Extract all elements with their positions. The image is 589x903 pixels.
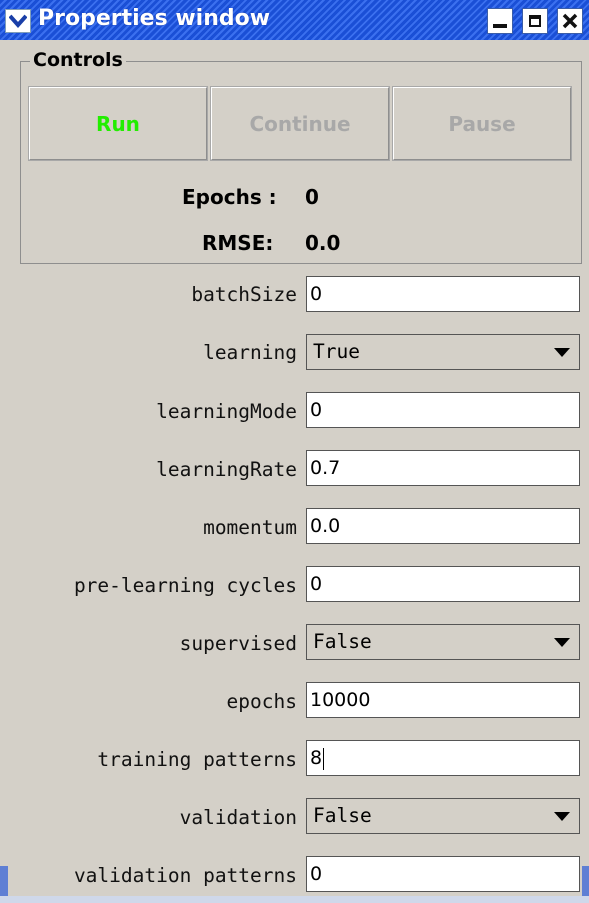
batchsize-field[interactable]: 0 — [306, 276, 580, 312]
minimize-icon — [493, 24, 507, 28]
learningmode-label: learningMode — [156, 400, 297, 423]
validation-label: validation — [179, 806, 297, 829]
learning-label: learning — [203, 341, 297, 364]
pause-button[interactable]: Pause — [392, 86, 572, 161]
supervised-select-value: False — [313, 630, 372, 653]
window-frame-left — [0, 40, 8, 903]
rmse-value: 0.0 — [305, 231, 341, 255]
supervised-label: supervised — [179, 632, 297, 655]
window-border-right — [582, 866, 589, 896]
validation-select[interactable]: False — [306, 798, 580, 834]
learningmode-field[interactable]: 0 — [306, 392, 580, 428]
title-bar[interactable]: Properties window — [0, 0, 589, 40]
continue-button-label: Continue — [249, 111, 351, 136]
close-icon — [562, 13, 578, 29]
maximize-icon — [529, 15, 541, 27]
validation-select-value: False — [313, 804, 372, 827]
controls-legend: Controls — [30, 49, 126, 71]
validation-patterns-field[interactable]: 0 — [306, 856, 580, 892]
continue-button[interactable]: Continue — [210, 86, 390, 161]
window-title: Properties window — [38, 6, 271, 31]
dropdown-arrow-icon — [554, 812, 570, 821]
training-patterns-label: training patterns — [97, 748, 297, 771]
window-border-left — [0, 866, 8, 896]
window-bottom-strip — [0, 896, 589, 903]
pause-button-label: Pause — [448, 111, 516, 136]
learning-select[interactable]: True — [306, 334, 580, 370]
run-button-label: Run — [96, 111, 140, 136]
batchsize-label: batchSize — [191, 283, 297, 306]
rmse-label: RMSE: — [202, 231, 274, 255]
epochs-field[interactable]: 10000 — [306, 682, 580, 718]
dropdown-arrow-icon — [554, 348, 570, 357]
epochs-label: Epochs : — [182, 185, 277, 209]
momentum-field[interactable]: 0.0 — [306, 508, 580, 544]
momentum-label: momentum — [203, 516, 297, 539]
training-patterns-value: 8 — [310, 747, 323, 769]
pre-learning-cycles-field[interactable]: 0 — [306, 566, 580, 602]
run-button[interactable]: Run — [28, 86, 208, 161]
epochs-prop-label: epochs — [226, 690, 297, 713]
window-frame-right — [582, 40, 589, 903]
text-caret — [323, 747, 325, 770]
learningrate-label: learningRate — [156, 458, 297, 481]
chevron-down-icon — [9, 14, 27, 28]
supervised-select[interactable]: False — [306, 624, 580, 660]
close-button[interactable] — [557, 8, 583, 34]
epochs-value: 0 — [305, 185, 319, 209]
minimize-button[interactable] — [487, 8, 513, 34]
window-menu-button[interactable] — [5, 9, 31, 33]
dropdown-arrow-icon — [554, 638, 570, 647]
learning-select-value: True — [313, 340, 360, 363]
maximize-button[interactable] — [522, 8, 548, 34]
learningrate-field[interactable]: 0.7 — [306, 450, 580, 486]
pre-learning-cycles-label: pre-learning cycles — [73, 574, 297, 597]
training-patterns-field[interactable]: 8 — [306, 740, 580, 776]
validation-patterns-label: validation patterns — [73, 864, 297, 887]
